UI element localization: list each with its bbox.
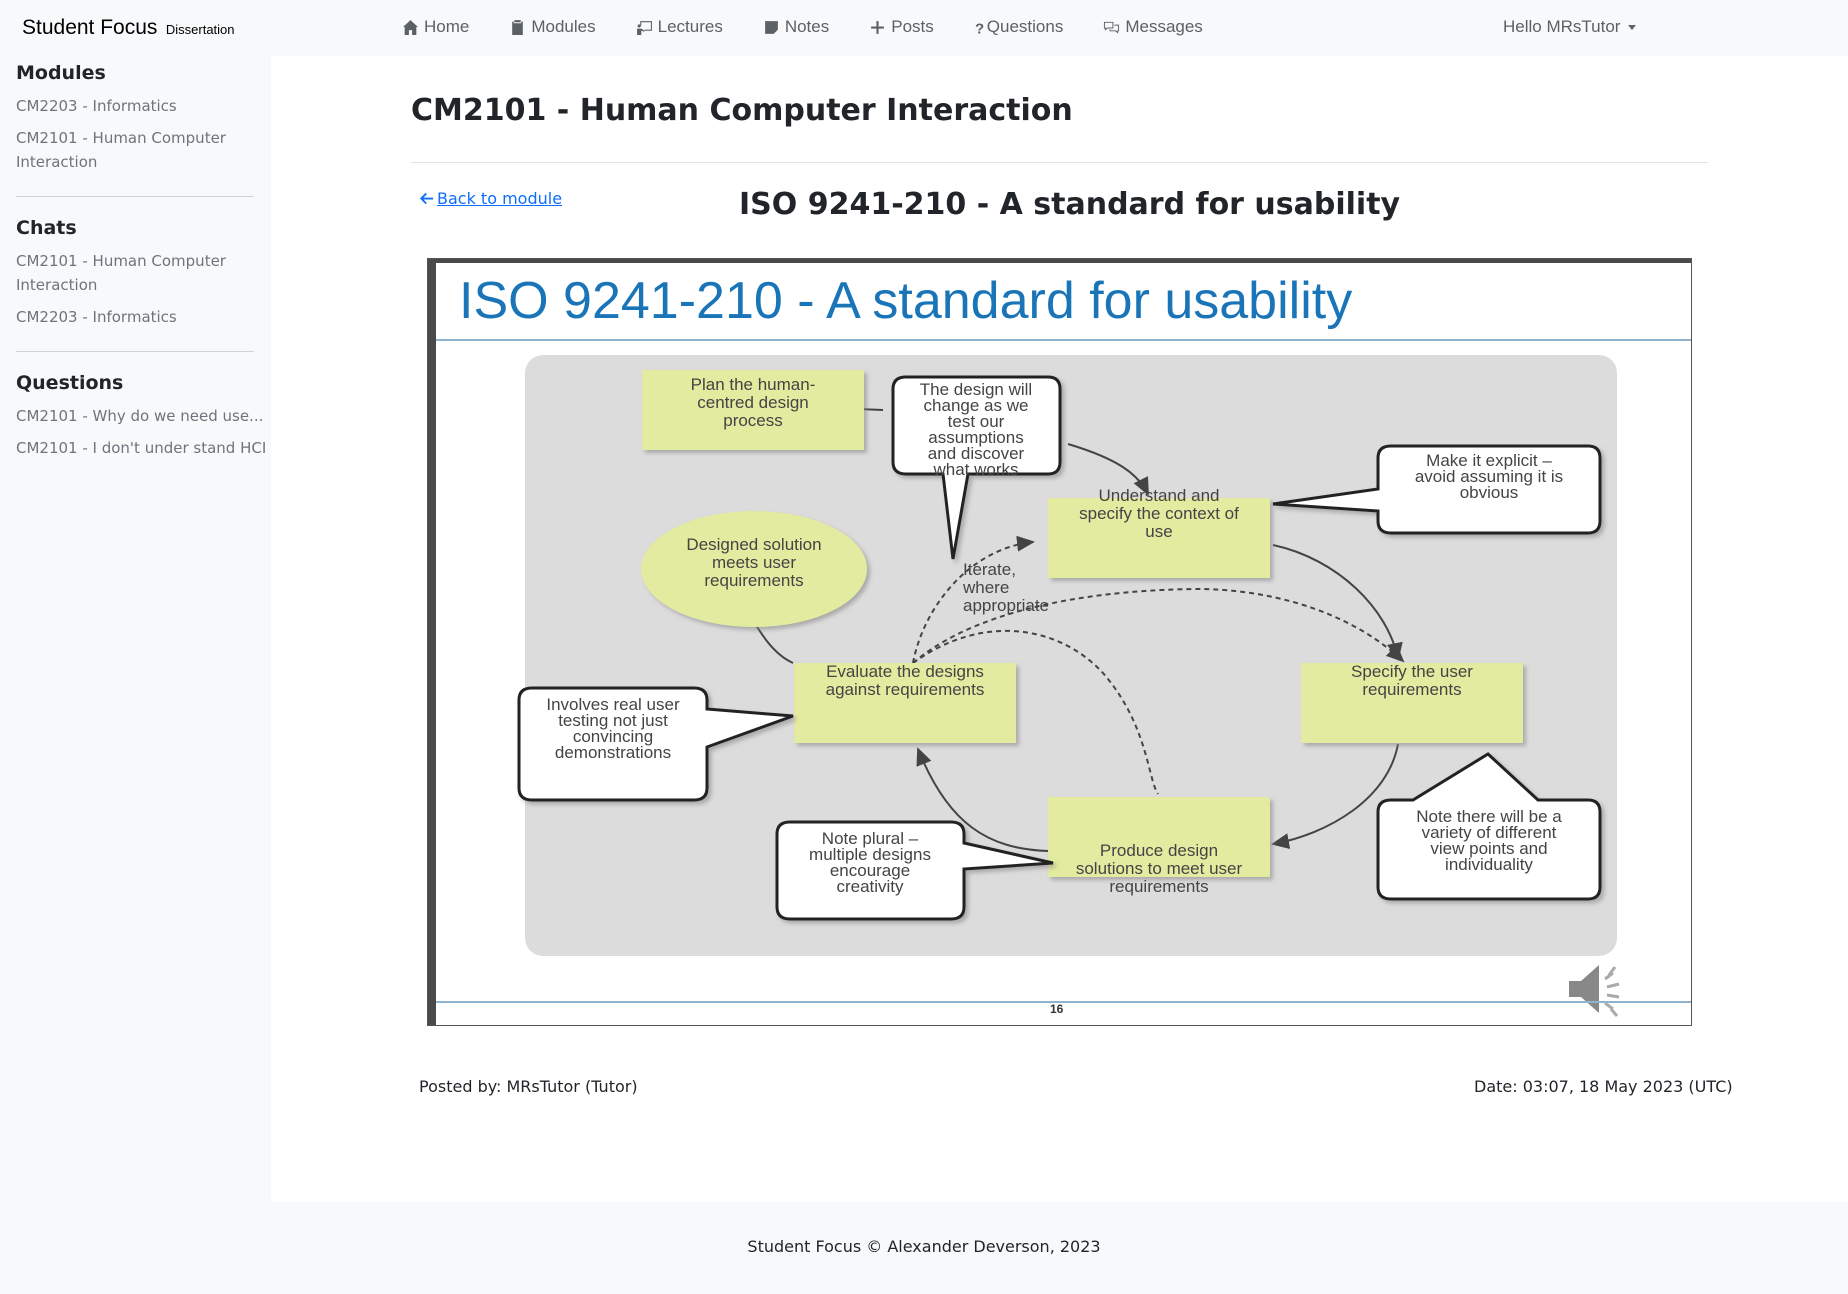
- lecture-title: ISO 9241-210 - A standard for usability: [739, 187, 1401, 222]
- sidebar: Modules CM2203 - Informatics CM2101 - Hu…: [0, 55, 270, 468]
- sidebar-divider: [16, 196, 254, 197]
- sidebar-questions: Questions CM2101 - Why do we need use...…: [0, 372, 270, 460]
- lecture-slide: ISO 9241-210 - A standard for usability: [427, 258, 1692, 1026]
- label-specify: Specify the user requirements: [1351, 662, 1473, 699]
- sidebar-questions-heading: Questions: [16, 372, 124, 394]
- clipboard-icon: [509, 19, 526, 36]
- nav-posts[interactable]: Posts: [869, 17, 934, 37]
- callout-real-user-text: Involves real user testing not just convin…: [546, 695, 680, 762]
- nav-posts-label[interactable]: Posts: [891, 17, 934, 37]
- top-navbar: Student Focus Dissertation Home Modules …: [0, 0, 1848, 55]
- sidebar-chat-item[interactable]: CM2101 - Human Computer Interaction: [16, 249, 236, 297]
- chat-icon: [1103, 19, 1120, 36]
- caret-down-icon: [1628, 24, 1637, 30]
- presentation-icon: [636, 19, 653, 36]
- sidebar-question-item[interactable]: CM2101 - Why do we need use...: [16, 404, 263, 428]
- nav-messages-label[interactable]: Messages: [1125, 17, 1202, 37]
- sidebar-chats-heading: Chats: [16, 217, 77, 239]
- nav-home-label[interactable]: Home: [424, 17, 469, 37]
- nav-modules[interactable]: Modules: [509, 17, 596, 37]
- user-dropdown[interactable]: Hello MRsTutor: [1503, 17, 1637, 37]
- title-divider: [411, 162, 1708, 163]
- footer: Student Focus © Alexander Deverson, 2023: [747, 1237, 1101, 1256]
- posted-by: Posted by: MRsTutor (Tutor): [419, 1077, 638, 1096]
- svg-text:?: ?: [975, 20, 984, 36]
- callout-design-change-text: The design will change as we test our assum…: [920, 380, 1032, 479]
- nav-links: Home Modules Lectures Notes Posts ? Ques…: [402, 17, 1243, 37]
- slide-footer-rule: [436, 1001, 1691, 1003]
- sidebar-chats: Chats CM2101 - Human Computer Interactio…: [0, 217, 270, 329]
- usability-diagram: Plan the human-centred design processUnde…: [517, 355, 1617, 956]
- back-link-label[interactable]: Back to module: [437, 189, 562, 208]
- sidebar-modules: Modules CM2203 - Informatics CM2101 - Hu…: [0, 62, 270, 174]
- house-icon: [402, 19, 419, 36]
- brand-name[interactable]: Student Focus: [22, 16, 157, 39]
- sidebar-module-item[interactable]: CM2101 - Human Computer Interaction: [16, 126, 236, 174]
- nav-notes[interactable]: Notes: [763, 17, 829, 37]
- sidebar-chat-item[interactable]: CM2203 - Informatics: [16, 305, 236, 329]
- sidebar-modules-heading: Modules: [16, 62, 106, 84]
- nav-lectures[interactable]: Lectures: [636, 17, 723, 37]
- user-greeting[interactable]: Hello MRsTutor: [1503, 17, 1620, 37]
- question-icon: ?: [974, 19, 984, 37]
- nav-notes-label[interactable]: Notes: [785, 17, 829, 37]
- nav-modules-label[interactable]: Modules: [531, 17, 595, 37]
- nav-messages[interactable]: Messages: [1103, 17, 1203, 37]
- post-date: Date: 03:07, 18 May 2023 (UTC): [1474, 1077, 1733, 1096]
- brand-subtitle: Dissertation: [165, 22, 235, 37]
- sidebar-module-item[interactable]: CM2203 - Informatics: [16, 94, 236, 118]
- nav-home[interactable]: Home: [402, 17, 469, 37]
- speaker-icon[interactable]: [1565, 959, 1635, 1023]
- label-evaluate: Evaluate the designs against requirements: [826, 662, 985, 699]
- nav-questions-label[interactable]: Questions: [987, 17, 1064, 37]
- page-title: CM2101 - Human Computer Interaction: [411, 93, 1073, 128]
- nav-questions[interactable]: ? Questions: [974, 17, 1064, 37]
- back-to-module-link[interactable]: Back to module: [419, 189, 562, 208]
- sidebar-question-item[interactable]: CM2101 - I don't under stand HCI: [16, 436, 266, 460]
- arrow-left-icon: [419, 192, 434, 205]
- note-icon: [763, 19, 780, 36]
- sidebar-divider: [16, 351, 254, 352]
- brand[interactable]: Student Focus Dissertation: [22, 16, 235, 40]
- nav-lectures-label[interactable]: Lectures: [658, 17, 723, 37]
- slide-page-number: 16: [1050, 1002, 1064, 1016]
- plus-icon: [869, 19, 886, 36]
- main-content: CM2101 - Human Computer Interaction Back…: [271, 56, 1848, 1202]
